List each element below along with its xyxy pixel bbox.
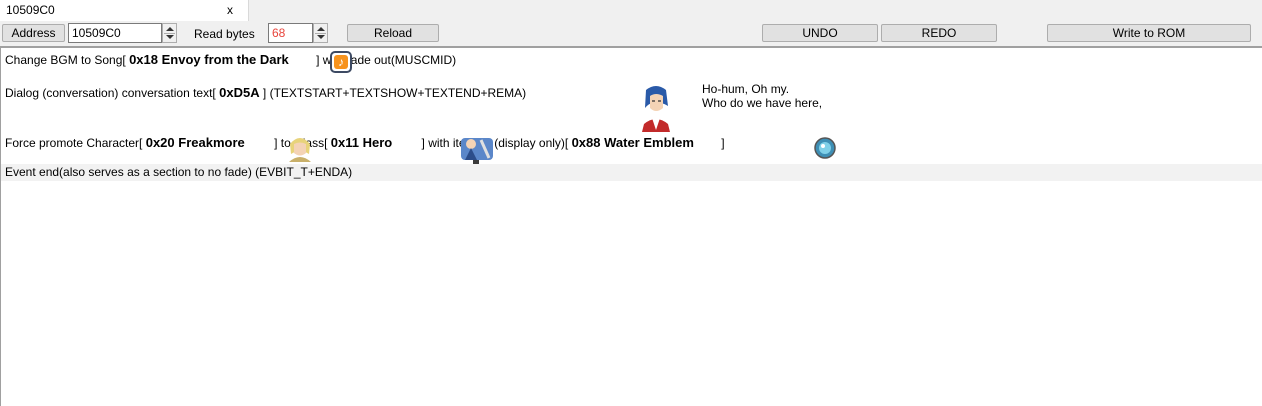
row-prefix: Dialog (conversation) conversation text[ <box>5 86 220 100</box>
row-suffix: ] <box>717 136 725 150</box>
read-bytes-label: Read bytes <box>194 27 255 41</box>
event-row-promote[interactable]: Force promote Character[ 0x20 Freakmore … <box>1 132 1262 166</box>
character-face-icon <box>289 138 311 162</box>
address-spinner[interactable] <box>162 23 177 43</box>
music-note-icon: ♪ <box>330 51 352 73</box>
water-emblem-icon <box>814 137 836 159</box>
spin-down-icon[interactable] <box>166 35 174 39</box>
song-token[interactable]: 0x18 Envoy from the Dark <box>129 52 289 67</box>
undo-button[interactable]: UNDO <box>762 24 878 42</box>
character-portrait-icon <box>642 86 670 132</box>
dialog-preview: Ho-hum, Oh my. Who do we have here, <box>702 82 822 110</box>
event-row-end[interactable]: Event end(also serves as a section to no… <box>1 164 1262 181</box>
spin-up-icon[interactable] <box>317 27 325 31</box>
text-id-token[interactable]: 0xD5A <box>219 85 259 100</box>
dialog-line-2: Who do we have here, <box>702 96 823 110</box>
event-end-text: Event end(also serves as a section to no… <box>5 165 353 179</box>
toolbar: Address 10509C0 Read bytes 68 Reload UND… <box>0 21 1262 48</box>
address-input[interactable]: 10509C0 <box>68 23 162 43</box>
read-bytes-spinner[interactable] <box>313 23 328 43</box>
address-button[interactable]: Address <box>2 24 65 42</box>
event-row-bgm[interactable]: Change BGM to Song[ 0x18 Envoy from the … <box>1 48 1262 74</box>
hero-class-icon <box>461 138 493 166</box>
tab-close-icon[interactable]: x <box>227 3 233 17</box>
tab-strip: 10509C0 x <box>0 0 1262 21</box>
event-row-dialog[interactable]: Dialog (conversation) conversation text[… <box>1 74 1262 132</box>
reload-button[interactable]: Reload <box>347 24 439 42</box>
write-to-rom-button[interactable]: Write to ROM <box>1047 24 1251 42</box>
spin-down-icon[interactable] <box>317 35 325 39</box>
tab-10509c0[interactable]: 10509C0 x <box>0 0 249 21</box>
row-suffix: ] (TEXTSTART+TEXTSHOW+TEXTEND+REMA) <box>259 86 527 100</box>
character-token[interactable]: 0x20 Freakmore <box>146 135 245 150</box>
redo-button[interactable]: REDO <box>881 24 997 42</box>
class-token[interactable]: 0x11 Hero <box>331 135 392 150</box>
item-token[interactable]: 0x88 Water Emblem <box>572 135 694 150</box>
read-bytes-input[interactable]: 68 <box>268 23 313 43</box>
row-prefix: Change BGM to Song[ <box>5 53 130 67</box>
row-prefix: Force promote Character[ <box>5 136 146 150</box>
tab-title: 10509C0 <box>6 3 55 17</box>
dialog-line-1: Ho-hum, Oh my. <box>702 82 790 96</box>
spin-up-icon[interactable] <box>166 27 174 31</box>
event-list[interactable]: Change BGM to Song[ 0x18 Envoy from the … <box>0 48 1262 406</box>
